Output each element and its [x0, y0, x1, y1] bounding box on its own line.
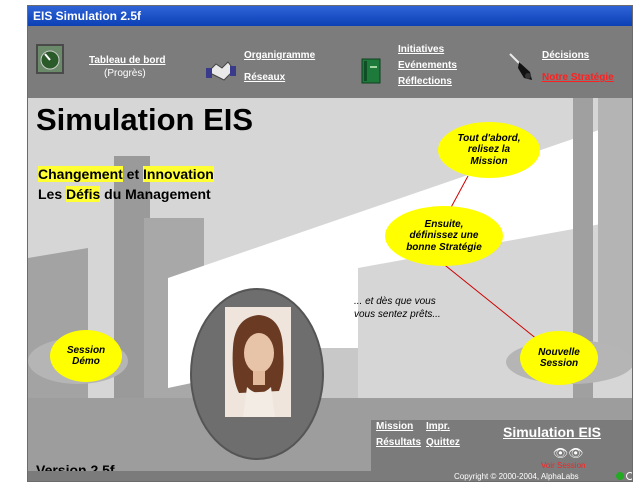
gauge-icon[interactable]	[36, 44, 64, 74]
quittez-link[interactable]: Quittez	[426, 437, 460, 448]
status-led-icon	[616, 472, 624, 480]
portrait-photo	[225, 307, 291, 417]
impr-link[interactable]: Impr.	[426, 421, 450, 432]
subtitle-line-1: Changement et Innovation	[38, 166, 214, 182]
decisions-link[interactable]: Décisions	[542, 50, 589, 61]
background-buildings	[28, 98, 632, 471]
simulation-eis-link[interactable]: Simulation EIS	[503, 424, 601, 440]
book-icon[interactable]	[361, 58, 381, 84]
subtitle-line-2: Les Défis du Management	[38, 186, 211, 202]
evenements-link[interactable]: Evénements	[398, 60, 457, 71]
copyright-text: Copyright © 2000-2004, AlphaLabs	[454, 472, 579, 481]
initiatives-link[interactable]: Initiatives	[398, 44, 444, 55]
ready-note: ... et dès que vous vous sentez prêts...	[354, 296, 441, 320]
sim-title-box: Simulation EIS 👁👁 Voir Session	[495, 420, 632, 471]
status-bar: Copyright © 2000-2004, AlphaLabs	[28, 471, 632, 481]
tableau-sub-label: (Progrès)	[104, 68, 146, 79]
app-window: EIS Simulation 2.5f Tableau de bord (Pro…	[27, 5, 633, 482]
subtitle-defis: Défis	[66, 186, 101, 202]
saxophone-icon[interactable]	[506, 52, 536, 84]
bottom-panel: Mission Impr. Résultats Quittez Simulati…	[371, 420, 632, 471]
strategy-bubble-text: Ensuite, définissez une bonne Stratégie	[406, 218, 482, 253]
reseaux-link[interactable]: Réseaux	[244, 72, 285, 83]
toolbar: Tableau de bord (Progrès) Organigramme R…	[28, 26, 632, 98]
window-title: EIS Simulation 2.5f	[28, 6, 632, 26]
status-ring-icon	[626, 472, 632, 480]
subtitle-changement: Changement	[38, 166, 123, 182]
session-demo-label: Session Démo	[66, 344, 106, 368]
strategy-bubble[interactable]: Ensuite, définissez une bonne Stratégie	[385, 206, 503, 266]
main-panel: Simulation EIS Changement et Innovation …	[28, 98, 632, 471]
mission-bubble-text: Tout d'abord, relisez la Mission	[457, 132, 521, 167]
subtitle-les: Les	[38, 186, 67, 202]
reflections-link[interactable]: Réflections	[398, 76, 452, 87]
mission-bubble[interactable]: Tout d'abord, relisez la Mission	[438, 122, 540, 178]
tableau-de-bord-link[interactable]: Tableau de bord	[89, 55, 166, 66]
subtitle-du-management: du Management	[100, 186, 211, 202]
mission-link[interactable]: Mission	[376, 421, 413, 432]
resultats-link[interactable]: Résultats	[376, 437, 421, 448]
notre-strategie-link[interactable]: Notre Stratégie	[542, 72, 614, 83]
nouvelle-session-label: Nouvelle Session	[538, 346, 580, 370]
subtitle-innovation: Innovation	[143, 166, 214, 182]
voir-session-link[interactable]: Voir Session	[541, 461, 585, 470]
organigramme-link[interactable]: Organigramme	[244, 50, 315, 61]
subtitle-et: et	[122, 166, 144, 182]
handshake-icon[interactable]	[206, 56, 236, 84]
page-title: Simulation EIS	[36, 102, 254, 137]
nouvelle-session-button[interactable]: Nouvelle Session	[520, 331, 598, 385]
version-label: Version 2.5f	[36, 462, 115, 471]
eyes-icon[interactable]: 👁👁	[553, 446, 583, 460]
session-demo-button[interactable]: Session Démo	[50, 330, 122, 382]
